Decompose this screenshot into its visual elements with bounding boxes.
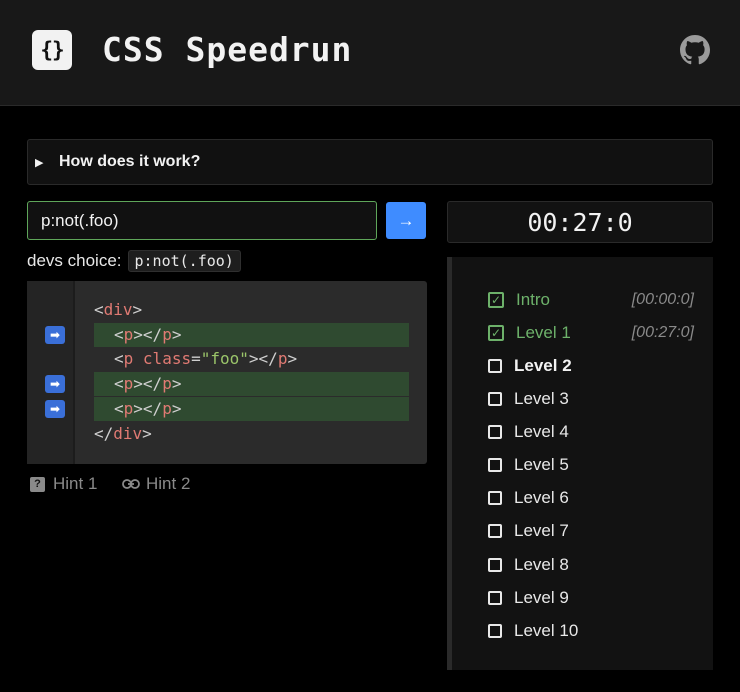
braces-icon: {} (40, 38, 64, 62)
level-item[interactable]: Level 10 (488, 619, 698, 643)
code-line: <p></p> (114, 399, 182, 418)
level-name: Intro (516, 290, 551, 309)
how-it-works-label: How does it work? (59, 153, 201, 170)
checkbox-icon (488, 624, 502, 638)
disclosure-triangle-icon: ▶ (35, 156, 44, 169)
checkbox-icon (488, 425, 502, 439)
level-list: ✓ Intro [00:00:0] ✓ Level 1 [00:27:0] Le… (447, 257, 713, 670)
checkbox-icon (488, 558, 502, 572)
selected-arrow-icon: ➡ (45, 375, 65, 393)
level-name: Level 6 (514, 488, 569, 507)
github-icon[interactable] (680, 35, 710, 65)
hint-1-button[interactable]: ? Hint 1 (30, 474, 97, 494)
timer: 00:27:0 (447, 201, 713, 243)
level-item[interactable]: Level 2 (488, 354, 698, 378)
level-name: Level 4 (514, 422, 569, 441)
code-line: </div> (94, 424, 152, 443)
app-header: {} CSS Speedrun (0, 0, 740, 106)
level-item[interactable]: Level 6 (488, 486, 698, 510)
level-name: Level 9 (514, 588, 569, 607)
selector-input[interactable] (27, 201, 377, 240)
level-item[interactable]: Level 7 (488, 519, 698, 543)
selected-arrow-icon: ➡ (45, 326, 65, 344)
code-line: <p></p> (114, 374, 182, 393)
level-name: Level 7 (514, 521, 569, 540)
level-time: [00:27:0] (631, 324, 694, 341)
level-item[interactable]: ✓ Level 1 [00:27:0] (488, 321, 698, 345)
level-name: Level 5 (514, 455, 569, 474)
submit-button[interactable]: → (386, 202, 426, 239)
hint-label: Hint 1 (53, 474, 98, 493)
hint-2-button[interactable]: Hint 2 (122, 474, 190, 494)
level-item[interactable]: Level 5 (488, 453, 698, 477)
arrow-right-icon: → (397, 210, 415, 230)
devs-choice: devs choice: p:not(.foo) (27, 250, 241, 272)
level-item[interactable]: ✓ Intro [00:00:0] (488, 288, 698, 312)
code-line: <p class="foo"></p> (114, 349, 298, 368)
selected-arrow-icon: ➡ (45, 400, 65, 418)
code-line: <div> (94, 300, 143, 319)
question-icon: ? (30, 476, 45, 492)
html-preview-panel: ➡ ➡ ➡ <div> <p></p> <p class="foo"></p> … (27, 281, 427, 464)
checkbox-icon (488, 491, 502, 505)
checkbox-icon (488, 524, 502, 538)
selection-gutter: ➡ ➡ ➡ (27, 281, 75, 464)
devs-choice-code: p:not(.foo) (127, 250, 241, 272)
level-item[interactable]: Level 4 (488, 420, 698, 444)
checkbox-icon (488, 359, 502, 373)
level-item[interactable]: Level 8 (488, 553, 698, 577)
how-it-works-toggle[interactable]: ▶ How does it work? (27, 139, 713, 185)
checkbox-icon (488, 392, 502, 406)
devs-choice-label: devs choice: (27, 251, 122, 270)
logo[interactable]: {} (32, 30, 72, 70)
level-item[interactable]: Level 3 (488, 387, 698, 411)
level-item[interactable]: Level 9 (488, 586, 698, 610)
level-name: Level 10 (514, 621, 579, 640)
checked-checkbox-icon: ✓ (488, 325, 504, 341)
level-name: Level 1 (516, 323, 571, 342)
level-name: Level 2 (514, 356, 572, 375)
checkbox-icon (488, 458, 502, 472)
level-name: Level 8 (514, 555, 569, 574)
link-icon (122, 479, 140, 489)
hint-label: Hint 2 (146, 474, 191, 493)
level-name: Level 3 (514, 389, 569, 408)
checked-checkbox-icon: ✓ (488, 292, 504, 308)
code-line: <p></p> (114, 325, 182, 344)
level-time: [00:00:0] (631, 291, 694, 308)
app-title: CSS Speedrun (102, 30, 353, 69)
checkbox-icon (488, 591, 502, 605)
